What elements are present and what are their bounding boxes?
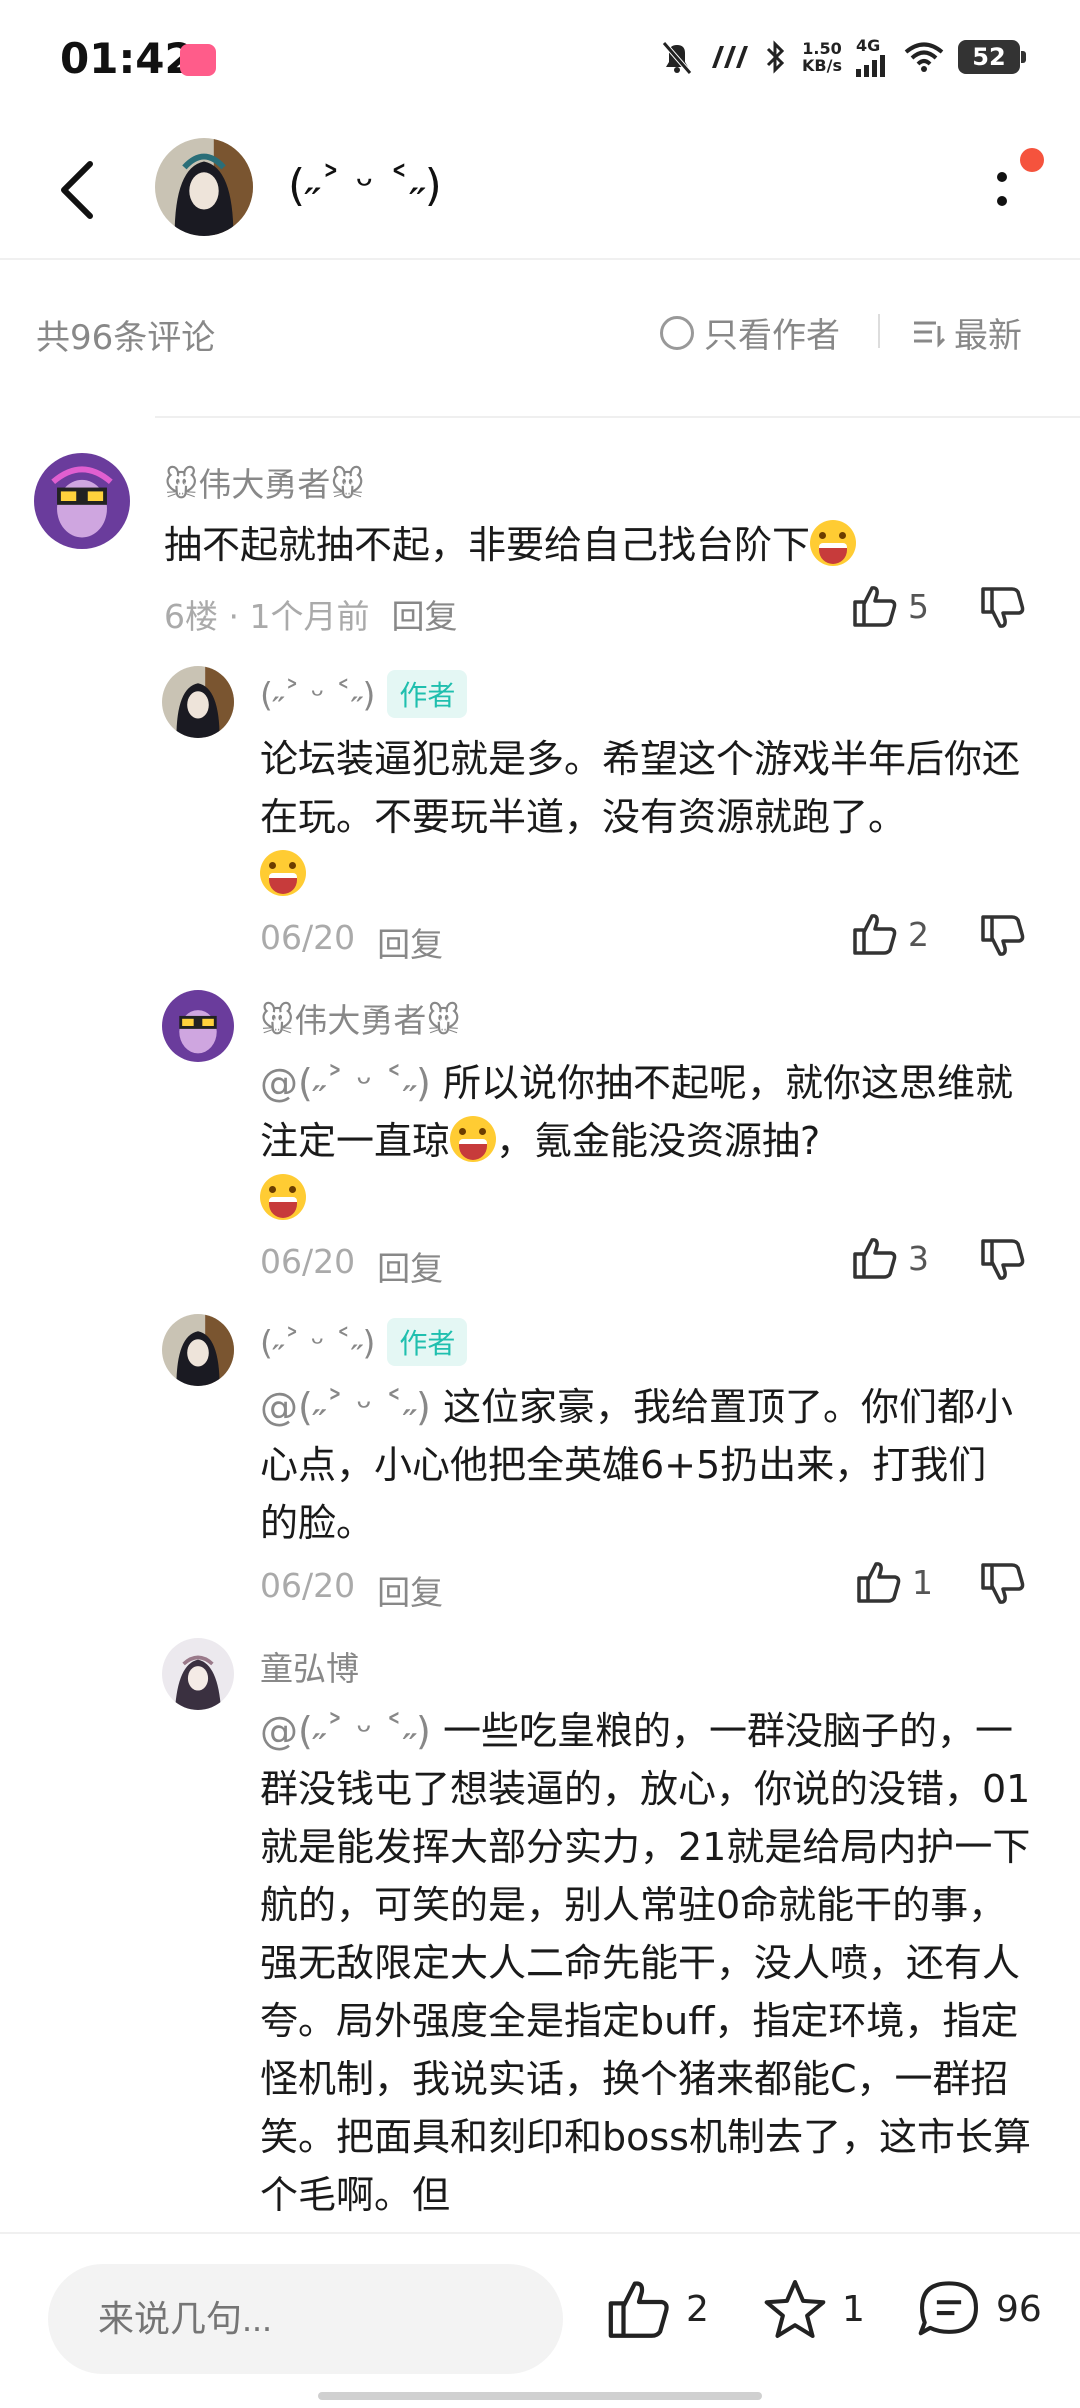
comment-floor-time: 6楼 · 1个月前 [164,597,370,636]
signal-icon [856,55,885,77]
grinning-emoji-icon [450,1116,497,1162]
like-count: 5 [908,586,929,626]
nfc-icon [712,45,749,68]
status-bar: 01:42 1.50 KB/s 4G 52 [0,0,1080,120]
mention-link[interactable]: @(˶˃ ᵕ ˂˶) [260,1709,431,1753]
grinning-emoji-icon [810,520,857,566]
commenter-avatar[interactable] [162,1638,234,1710]
author-only-label: 只看作者 [704,316,840,356]
home-indicator[interactable] [318,2392,762,2400]
thumbs-up-icon [857,1562,901,1603]
status-time: 01:42 [60,34,194,83]
comment-date: 06/20 [260,918,356,957]
like-button[interactable]: 2 [852,912,929,956]
commenter-avatar[interactable] [162,1314,234,1386]
comment-meta: 06/20 回复 [260,918,443,966]
comments-count: 96 [996,2288,1042,2330]
app-notification-icon [180,44,216,76]
reply-button[interactable]: 回复 [377,918,443,966]
commenter-avatar[interactable] [162,666,234,738]
like-count: 2 [908,914,929,954]
sort-icon [914,321,946,348]
like-button[interactable]: 1 [856,1560,933,1604]
commenter-name[interactable]: 🐭伟大勇者🐭 [260,994,461,1042]
comment-text: @(˶˃ ᵕ ˂˶) 一些吃皇粮的，一群没脑子的，一群没钱屯了想装逼的，放心，你… [260,1709,1031,2217]
commenter-name[interactable]: (˶˃ ᵕ ˂˶) 作者 [260,1318,468,1366]
mention-link[interactable]: @(˶˃ ᵕ ˂˶) [260,1385,431,1429]
notification-dot [1020,148,1044,172]
thumbs-up-icon [853,1238,897,1279]
commenter-name[interactable]: 童弘博 [260,1642,359,1690]
favorite-count: 1 [842,2288,865,2330]
author-avatar[interactable] [155,138,253,236]
comment-input[interactable] [48,2264,563,2374]
comment-meta: 6楼 · 1个月前 回复 [164,590,457,638]
comment-text: 论坛装逼犯就是多。希望这个游戏半年后你还在玩。不要玩半道，没有资源就跑了。 [260,730,1050,904]
network-speed: 1.50 KB/s [802,38,842,75]
comment-meta: 06/20 回复 [260,1566,443,1614]
thumbs-up-icon [853,586,897,627]
like-count: 3 [908,1238,929,1278]
comment-text: 抽不起就抽不起，非要给自己找台阶下 [164,516,1044,574]
thumbs-down-icon[interactable] [980,586,1026,630]
comment-bubble-icon [918,2281,978,2336]
section-divider [155,416,1080,418]
like-count: 1 [912,1562,933,1602]
status-icons: 1.50 KB/s 4G 52 [660,36,1026,77]
author-tag: 作者 [387,670,468,718]
sort-label: 最新 [954,316,1022,356]
comment-text: @(˶˃ ᵕ ˂˶) 这位家豪，我给置顶了。你们都小心点，小心他把全英雄6+5扔… [260,1385,1013,1545]
like-button[interactable]: 5 [852,584,929,628]
like-button[interactable]: 3 [852,1236,929,1280]
commenter-avatar[interactable] [34,453,130,549]
bottom-action-bar: 2 1 96 [0,2232,1080,2408]
favorite-button[interactable]: 1 [762,2278,865,2340]
reply-button[interactable]: 回复 [391,590,457,638]
commenter-name[interactable]: (˶˃ ᵕ ˂˶) 作者 [260,670,468,718]
author-only-toggle[interactable]: 只看作者 [660,308,840,357]
signal-block: 4G [856,36,890,77]
grinning-emoji-icon [260,850,306,896]
radio-circle-icon [660,315,694,350]
thumbs-up-icon [853,914,897,955]
sort-newest-button[interactable]: 最新 [912,308,1022,357]
network-type: 4G [856,36,881,55]
thumbs-down-icon[interactable] [980,914,1026,958]
author-tag: 作者 [387,1318,468,1366]
back-icon[interactable] [50,158,110,222]
comment-text: @(˶˃ ᵕ ˂˶) 所以说你抽不起呢，就你这思维就注定一直琼 ，氪金能没资源抽? [260,1054,1020,1228]
filter-divider [878,314,880,348]
comments-button[interactable]: 96 [916,2278,1042,2340]
mention-link[interactable]: @(˶˃ ᵕ ˂˶) [260,1061,431,1105]
thumbs-down-icon[interactable] [980,1562,1026,1606]
more-options-icon[interactable] [990,165,1014,215]
comment-count: 共96条评论 [36,318,216,358]
post-header: (˶˃ ᵕ ˂˶) [0,120,1080,260]
bluetooth-icon [766,39,785,74]
star-icon [764,2280,826,2338]
commenter-name[interactable]: 🐭伟大勇者🐭 [164,458,365,506]
reply-button[interactable]: 回复 [377,1566,443,1614]
author-name[interactable]: (˶˃ ᵕ ˂˶) [288,160,442,211]
comment-filter-bar: 共96条评论 只看作者 最新 [0,262,1080,412]
comment-date: 06/20 [260,1242,356,1281]
comment-meta: 06/20 回复 [260,1242,443,1290]
wifi-icon [904,42,944,72]
reply-button[interactable]: 回复 [377,1242,443,1290]
post-like-button[interactable]: 2 [606,2278,709,2340]
thumbs-up-icon [608,2281,669,2338]
comment-date: 06/20 [260,1566,356,1605]
thumbs-down-icon[interactable] [980,1238,1026,1282]
commenter-avatar[interactable] [162,990,234,1062]
battery-indicator: 52 [958,39,1026,74]
post-like-count: 2 [686,2288,709,2330]
grinning-emoji-icon [260,1174,306,1220]
mute-bell-icon [662,40,692,75]
